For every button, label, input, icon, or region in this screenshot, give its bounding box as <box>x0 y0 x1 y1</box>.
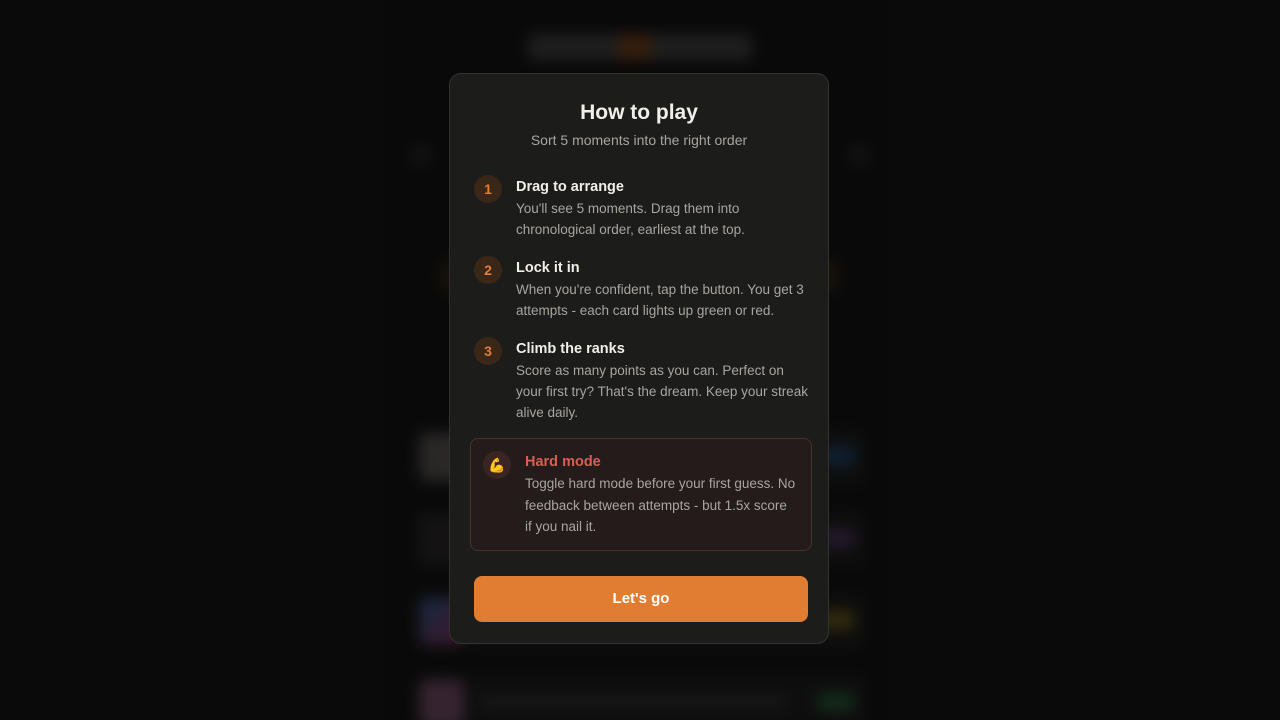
hard-mode-info: 💪 Hard mode Toggle hard mode before your… <box>470 438 812 551</box>
step-content: Drag to arrange You'll see 5 moments. Dr… <box>516 175 808 240</box>
hard-mode-content: Hard mode Toggle hard mode before your f… <box>525 451 797 538</box>
step-number-badge: 2 <box>474 256 502 284</box>
how-to-play-modal: How to play Sort 5 moments into the righ… <box>449 73 829 644</box>
step-content: Climb the ranks Score as many points as … <box>516 337 808 423</box>
hard-mode-description: Toggle hard mode before your first guess… <box>525 476 796 534</box>
modal-subtitle: Sort 5 moments into the right order <box>530 132 748 148</box>
step-title: Drag to arrange <box>516 179 624 195</box>
flexed-biceps-icon: 💪 <box>483 451 511 479</box>
step-description: When you're confident, tap the button. Y… <box>516 282 804 318</box>
step-number-badge: 1 <box>474 175 502 203</box>
step-number-badge: 3 <box>474 337 502 365</box>
modal-title: How to play <box>580 101 698 124</box>
step-description: Score as many points as you can. Perfect… <box>516 363 808 420</box>
step-description: You'll see 5 moments. Drag them into chr… <box>516 201 745 237</box>
step-title: Climb the ranks <box>516 341 625 357</box>
lets-go-button[interactable]: Let's go <box>474 576 808 622</box>
step-title: Lock it in <box>516 260 580 276</box>
step-content: Lock it in When you're confident, tap th… <box>516 256 808 321</box>
hard-mode-title: Hard mode <box>525 454 601 470</box>
